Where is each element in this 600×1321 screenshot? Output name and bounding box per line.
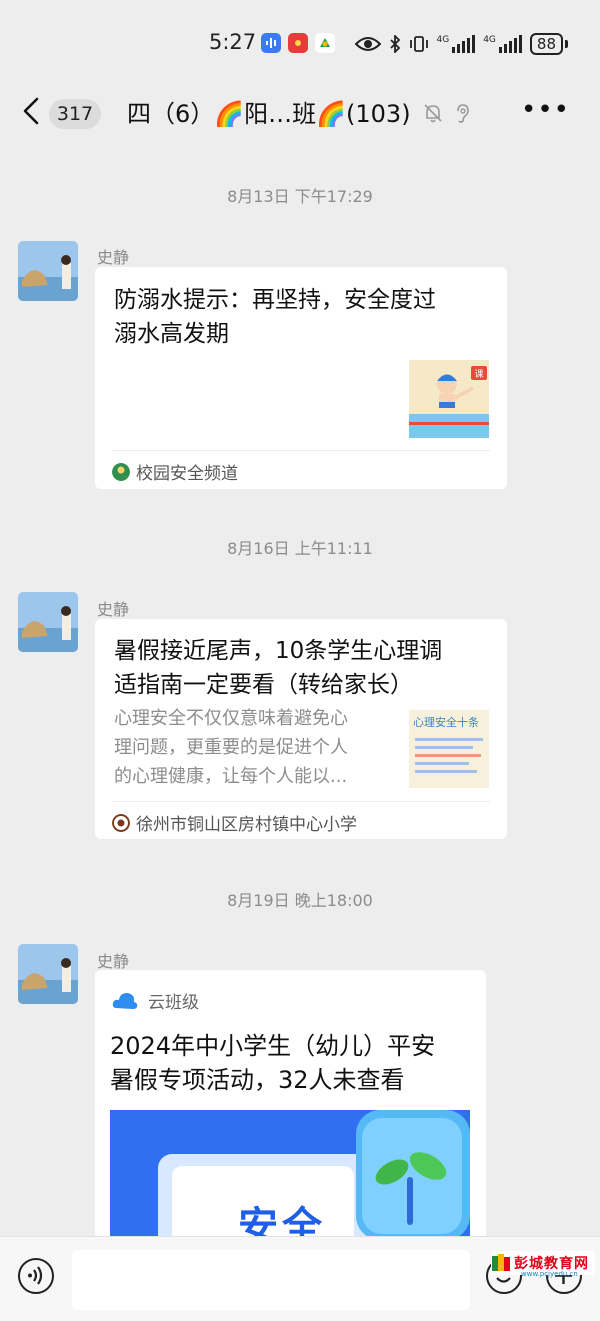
cloud-class-app-icon xyxy=(112,992,138,1009)
status-time: 5:27 xyxy=(209,30,257,54)
watermark-url: www.pcjyedu.cn xyxy=(521,1270,578,1278)
avatar[interactable] xyxy=(18,592,78,652)
source-account[interactable]: 徐州市铜山区房村镇中心小学 xyxy=(112,810,357,835)
input-bar xyxy=(0,1236,600,1321)
article-summary: 心理安全不仅仅意味着避免心 理问题，更重要的是促进个人 的心理健康，让每个人能以… xyxy=(114,708,348,787)
vibrate-icon xyxy=(409,36,428,52)
signal-2-icon: 4G xyxy=(483,35,522,53)
status-bar: 5:27 4G 4G 88 xyxy=(0,0,600,88)
timestamp: 8月13日 下午17:29 xyxy=(227,187,373,206)
earpiece-icon xyxy=(457,104,469,123)
article-title: 暑假接近尾声，10条学生心理调 适指南一定要看（转给家长） xyxy=(114,638,443,698)
book-logo-icon xyxy=(492,1254,510,1271)
sender-name: 史静 xyxy=(97,952,130,971)
voice-icon[interactable] xyxy=(18,1258,54,1294)
signal-1-icon: 4G xyxy=(437,35,476,53)
mini-program-card[interactable]: 云班级 2024年中小学生（幼儿）平安 暑假专项活动，32人未查看 安全 xyxy=(95,970,486,1240)
article-title: 防溺水提示：再坚持，安全度过 溺水高发期 xyxy=(114,287,436,347)
source-avatar-icon xyxy=(112,462,130,481)
red-packet-app-icon xyxy=(288,33,308,53)
article-card[interactable]: 暑假接近尾声，10条学生心理调 适指南一定要看（转给家长） 心理安全不仅仅意味着… xyxy=(95,619,507,839)
chevron-left-icon[interactable] xyxy=(20,96,44,126)
divider xyxy=(112,801,490,802)
timestamp: 8月16日 上午11:11 xyxy=(227,539,373,558)
unread-count-badge[interactable]: 317 xyxy=(49,99,101,129)
article-thumbnail: 心理安全十条 xyxy=(409,710,489,788)
status-indicators: 4G 4G 88 xyxy=(354,32,568,56)
eye-icon xyxy=(354,37,381,51)
mini-program-banner: 安全 xyxy=(110,1110,470,1240)
source-account[interactable]: 校园安全频道 xyxy=(112,459,238,484)
mini-program-title: 2024年中小学生（幼儿）平安 暑假专项活动，32人未查看 xyxy=(110,1032,436,1094)
chat-header: 317 四（6）🌈阳…班🌈(103) ••• xyxy=(0,88,600,140)
divider xyxy=(112,450,490,451)
article-card[interactable]: 防溺水提示：再坚持，安全度过 溺水高发期 课 校园安全频道 xyxy=(95,267,507,489)
avatar[interactable] xyxy=(18,944,78,1004)
more-horizontal-icon[interactable]: ••• xyxy=(521,97,570,123)
svg-text:课: 课 xyxy=(474,369,483,380)
timestamp: 8月19日 晚上18:00 xyxy=(227,891,373,910)
school-emblem-icon xyxy=(112,813,130,832)
avatar[interactable] xyxy=(18,241,78,301)
sender-name: 史静 xyxy=(97,248,130,267)
bell-off-icon xyxy=(424,104,442,123)
battery-icon: 88 xyxy=(529,33,568,55)
message-input[interactable] xyxy=(72,1250,470,1310)
swimming-cartoon-thumbnail: 课 xyxy=(409,360,489,438)
bluetooth-icon xyxy=(389,35,400,53)
chat-title: 四（6）🌈阳…班🌈(103) xyxy=(127,100,411,128)
sender-name: 史静 xyxy=(97,600,130,619)
mini-program-source: 云班级 xyxy=(112,988,199,1013)
alipay-app-icon xyxy=(315,33,335,53)
audio-app-icon xyxy=(261,33,281,53)
